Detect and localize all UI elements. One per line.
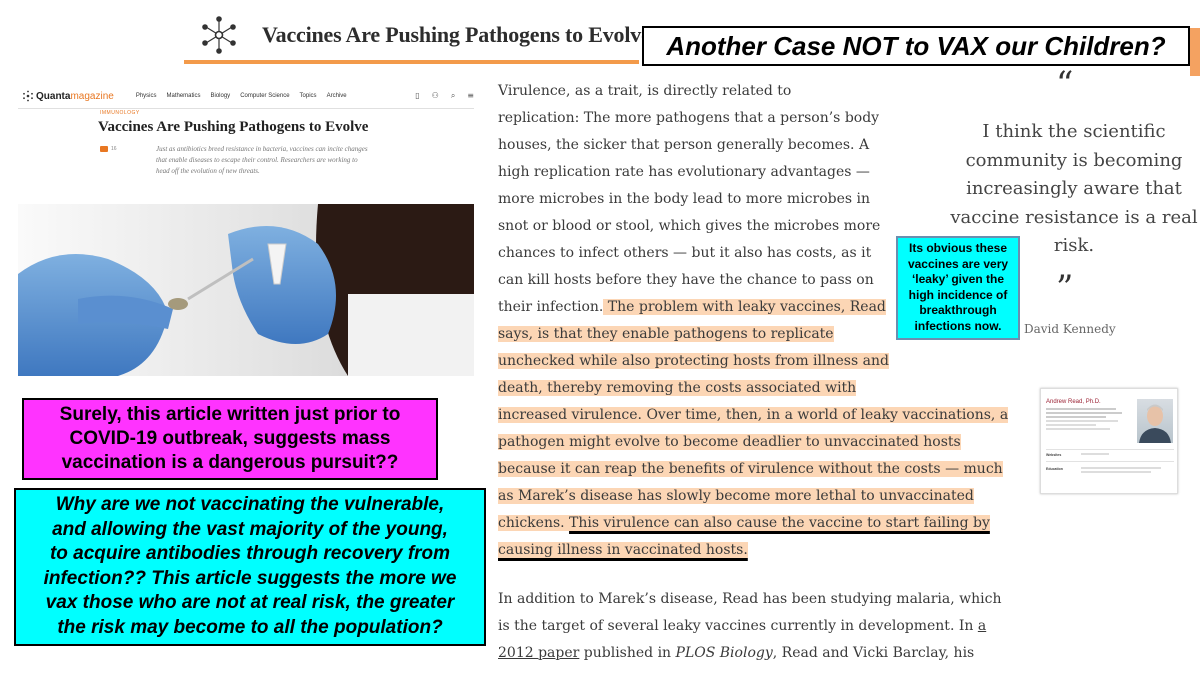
commentary-cyan-box: Why are we not vaccinating the vulnerabl… xyxy=(14,488,486,646)
highlighted-text: pathogen might evolve to become deadlier… xyxy=(498,434,961,450)
highlighted-text: says, is that they enable pathogens to r… xyxy=(498,326,834,342)
article-body: Virulence, as a trait, is directly relat… xyxy=(498,78,1010,667)
body-line: In addition to Marek’s disease, Read has… xyxy=(498,591,1002,607)
profile-row-label: Education xyxy=(1046,467,1063,471)
quote-line: increasingly aware that xyxy=(966,178,1182,199)
nav-link-archive[interactable]: Archive xyxy=(327,93,347,99)
paper-link[interactable]: a xyxy=(978,618,986,634)
highlighted-text: unchecked while also protecting hosts fr… xyxy=(498,353,889,369)
nav-link-mathematics[interactable]: Mathematics xyxy=(166,93,200,99)
pink-line: COVID-19 outbreak, suggests mass xyxy=(69,428,391,449)
body-line: pathogen might evolve to become deadlier… xyxy=(498,429,1010,456)
highlighted-text: increased virulence. Over time, then, in… xyxy=(498,407,1009,423)
lab-photo xyxy=(18,204,474,376)
paragraph-malaria: In addition to Marek’s disease, Read has… xyxy=(498,586,1010,667)
body-line: because it can reap the benefits of viru… xyxy=(498,456,1010,483)
profile-name: Andrew Read, Ph.D. xyxy=(1046,399,1101,405)
nav-link-biology[interactable]: Biology xyxy=(211,93,231,99)
highlighted-text: The problem with leaky vaccines, Read xyxy=(603,299,886,315)
logo-word-quanta: Quanta xyxy=(36,90,71,102)
nav-link-topics[interactable]: Topics xyxy=(300,93,317,99)
callout-line: breakthrough xyxy=(919,303,997,317)
edge-accent-strip xyxy=(1190,28,1200,76)
body-line: chickens. This virulence can also cause … xyxy=(498,510,1010,537)
body-line: Virulence, as a trait, is directly relat… xyxy=(498,83,792,99)
menu-icon[interactable]: ≡ xyxy=(467,91,474,101)
site-nav-icons: ▯ ⚇ ⌕ ≡ xyxy=(415,91,474,101)
headline-banner: Another Case NOT to VAX our Children? xyxy=(642,26,1190,66)
quote-line: I think the scientific xyxy=(982,121,1166,142)
body-line: more microbes in the body lead to more m… xyxy=(498,191,871,207)
cyan-line: infection?? This article suggests the mo… xyxy=(43,567,457,589)
profile-row-label: Websites xyxy=(1046,453,1062,457)
quote-attribution: David Kennedy xyxy=(1024,322,1116,336)
site-nav-links: Physics Mathematics Biology Computer Sci… xyxy=(136,93,347,99)
pull-quote: I think the scientific community is beco… xyxy=(948,118,1200,261)
user-icon[interactable]: ⚇ xyxy=(432,91,439,101)
body-line: as Marek’s disease has slowly become mor… xyxy=(498,483,1010,510)
nav-divider xyxy=(18,108,474,109)
magazine-logo-icon xyxy=(196,12,242,58)
body-line: unchecked while also protecting hosts fr… xyxy=(498,348,1010,375)
comment-bubble-icon xyxy=(100,146,108,152)
body-text: their infection. xyxy=(498,299,604,315)
quote-line: community is becoming xyxy=(965,149,1183,171)
body-line: is the target of several leaky vaccines … xyxy=(498,613,1010,640)
nav-link-computer-science[interactable]: Computer Science xyxy=(240,93,289,99)
body-line: increased virulence. Over time, then, in… xyxy=(498,402,1010,429)
quote-line: vaccine resistance is a real xyxy=(950,206,1198,228)
article-dek: Just as antibiotics breed resistance in … xyxy=(156,144,436,177)
quanta-logo-icon xyxy=(23,90,33,102)
close-quote-mark: ” xyxy=(1056,268,1074,308)
quote-line: risk. xyxy=(1053,235,1095,256)
article-kicker: IMMUNOLOGY xyxy=(100,110,140,116)
nav-link-physics[interactable]: Physics xyxy=(136,93,157,99)
article-title: Vaccines Are Pushing Pathogens to Evolve xyxy=(98,119,369,135)
body-line: causing illness in vaccinated hosts. xyxy=(498,537,1010,564)
dek-line: head off the evolution of new threats. xyxy=(156,167,260,175)
header-title: Vaccines Are Pushing Pathogens to Evolve xyxy=(262,22,651,47)
underlined-text: causing illness in vaccinated hosts. xyxy=(498,542,748,558)
logo-word-magazine: magazine xyxy=(70,90,114,102)
site-navbar: Quanta magazine Physics Mathematics Biol… xyxy=(22,86,474,106)
header-accent-rule xyxy=(184,60,639,64)
body-text: published in xyxy=(579,645,676,661)
comment-count-badge[interactable]: 16 xyxy=(100,146,117,152)
site-logo[interactable]: Quanta magazine xyxy=(22,90,114,102)
search-icon[interactable]: ⌕ xyxy=(451,91,455,101)
callout-line: ‘leaky’ given the xyxy=(911,272,1005,286)
bookmark-icon[interactable]: ▯ xyxy=(415,91,419,101)
body-line: replication: The more pathogens that a p… xyxy=(498,110,880,126)
journal-name: PLOS Biology xyxy=(675,645,773,661)
pink-line: vaccination is a dangerous pursuit?? xyxy=(61,452,399,473)
comment-count: 16 xyxy=(111,146,117,152)
callout-line: infections now. xyxy=(914,318,1002,333)
pink-line: Surely, this article written just prior … xyxy=(59,404,401,425)
cyan-line: vax those who are not at real risk, the … xyxy=(45,592,455,613)
profile-photo xyxy=(1137,399,1173,443)
highlighted-text: chickens. xyxy=(498,515,570,531)
highlighted-text: because it can reap the benefits of viru… xyxy=(498,461,1003,477)
profile-card: Andrew Read, Ph.D. Websites Education xyxy=(1040,388,1178,494)
dek-line: that enable diseases to escape their con… xyxy=(156,156,358,164)
paper-link[interactable]: 2012 paper xyxy=(498,645,579,661)
body-text: , Read and Vicki Barclay, his xyxy=(772,645,975,661)
callout-line: high incidence of xyxy=(908,287,1008,302)
dek-line: Just as antibiotics breed resistance in … xyxy=(156,145,368,153)
body-line: high replication rate has evolutionary a… xyxy=(498,164,870,180)
profile-details xyxy=(1046,408,1126,430)
body-line: 2012 paper published in PLOS Biology, Re… xyxy=(498,640,1010,667)
body-line: houses, the sicker that person generally… xyxy=(498,137,870,153)
cyan-line: Why are we not vaccinating the vulnerabl… xyxy=(55,494,445,515)
open-quote-mark: “ xyxy=(1056,64,1074,104)
body-text: is the target of several leaky vaccines … xyxy=(498,618,978,634)
cyan-line: to acquire antibodies through recovery f… xyxy=(49,543,451,564)
cyan-line: the risk may become to all the populatio… xyxy=(57,616,443,638)
highlighted-text: death, thereby removing the costs associ… xyxy=(498,380,857,396)
underlined-text: This virulence can also cause the vaccin… xyxy=(569,515,990,531)
cyan-line: and allowing the vast majority of the yo… xyxy=(52,518,448,540)
body-line: death, thereby removing the costs associ… xyxy=(498,375,1010,402)
commentary-pink-box: Surely, this article written just prior … xyxy=(22,398,438,480)
highlighted-text: as Marek’s disease has slowly become mor… xyxy=(498,488,974,504)
